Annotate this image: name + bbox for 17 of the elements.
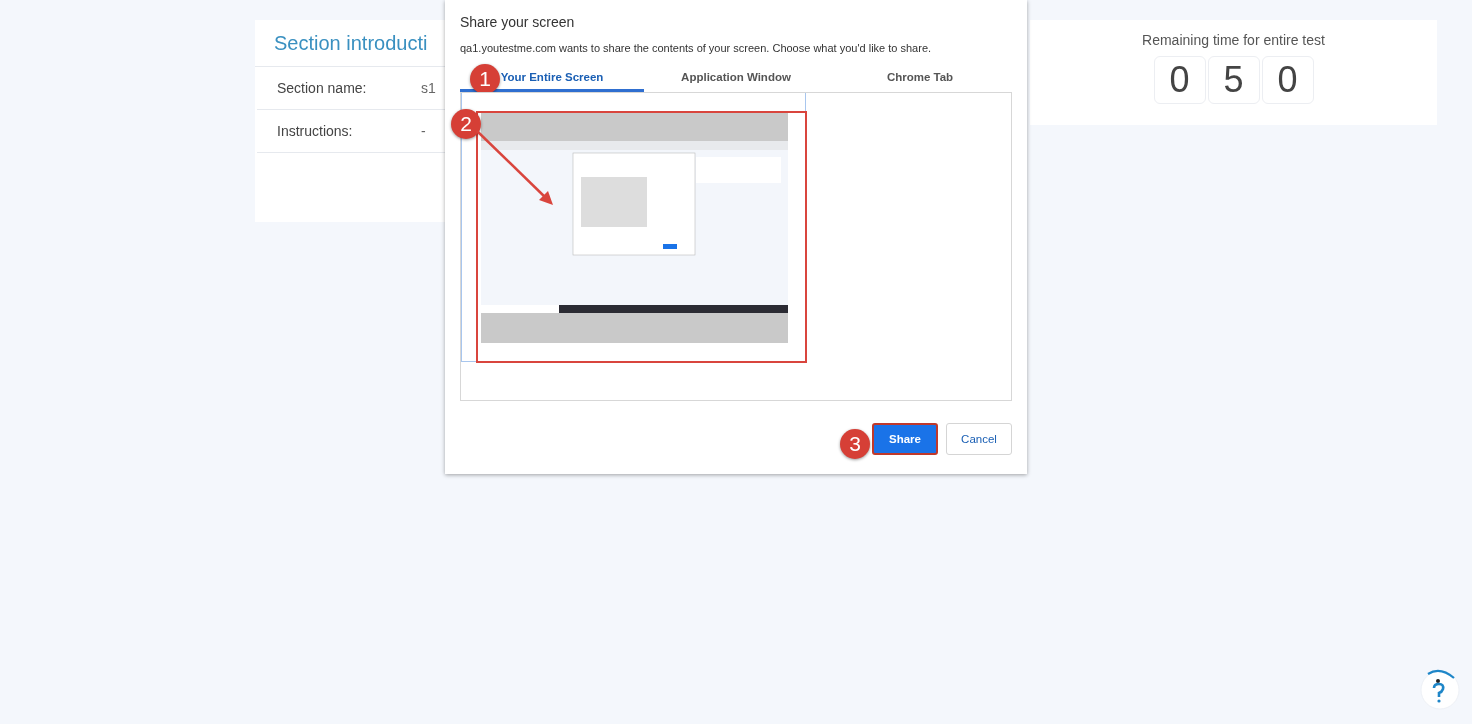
field-value: s1 — [421, 80, 436, 96]
tab[interactable]: Chrome Tab — [828, 71, 1012, 92]
field-value: - — [421, 123, 426, 139]
step-number-badge: 1 — [470, 64, 500, 94]
field-label: Instructions: — [277, 123, 354, 139]
timer-digit: 0 — [1153, 56, 1206, 104]
dialog-message: qa1.youtestme.com wants to share the contents of your screen. Choose what you'd like to share. — [460, 42, 933, 54]
timer-digit: 5 — [1207, 56, 1260, 104]
dialog-title: Share your screen — [460, 14, 576, 30]
tab[interactable]: Application Window — [644, 71, 828, 92]
field-label: Section name: — [277, 80, 368, 96]
step-number-badge: 3 — [840, 429, 870, 459]
share-button[interactable]: Share — [872, 423, 938, 455]
timer-label: Remaining time for entire test — [1142, 32, 1325, 48]
timer-digit: 0 — [1261, 56, 1314, 104]
step-number-badge: 2 — [451, 109, 481, 139]
cancel-button[interactable]: Cancel — [946, 423, 1012, 455]
